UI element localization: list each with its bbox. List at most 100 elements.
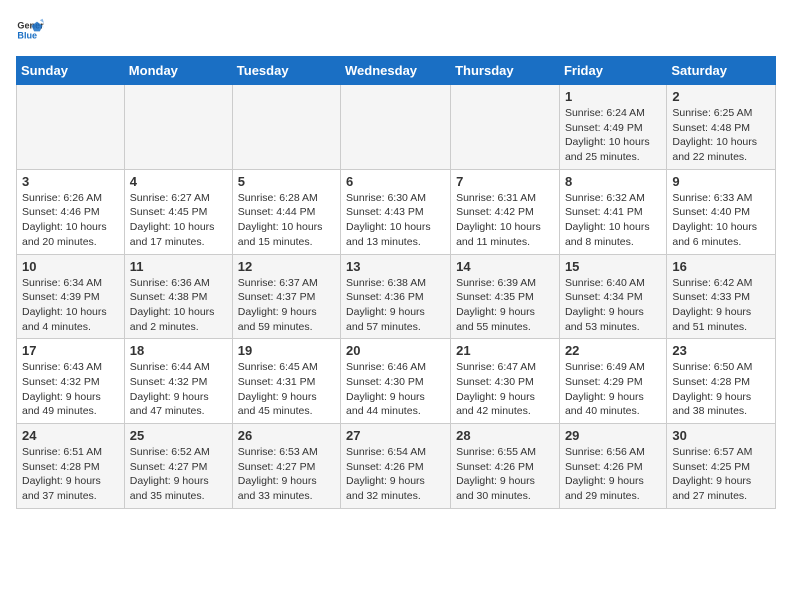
day-cell: 11 Sunrise: 6:36 AM Sunset: 4:38 PM Dayli… (124, 254, 232, 339)
day-number: 30 (672, 428, 770, 443)
day-number: 11 (130, 259, 227, 274)
day-number: 17 (22, 343, 119, 358)
day-cell: 27 Sunrise: 6:54 AM Sunset: 4:26 PM Dayli… (341, 424, 451, 509)
day-number: 1 (565, 89, 661, 104)
day-info: Sunrise: 6:50 AM Sunset: 4:28 PM Dayligh… (672, 360, 770, 419)
day-info: Sunrise: 6:52 AM Sunset: 4:27 PM Dayligh… (130, 445, 227, 504)
calendar-table: SundayMondayTuesdayWednesdayThursdayFrid… (16, 56, 776, 509)
day-number: 21 (456, 343, 554, 358)
logo: General Blue (16, 16, 48, 44)
week-row-3: 10 Sunrise: 6:34 AM Sunset: 4:39 PM Dayli… (17, 254, 776, 339)
day-cell: 18 Sunrise: 6:44 AM Sunset: 4:32 PM Dayli… (124, 339, 232, 424)
day-cell: 7Sunrise: 6:31 AM Sunset: 4:42 PM Daylig… (451, 169, 560, 254)
day-number: 4 (130, 174, 227, 189)
day-number: 20 (346, 343, 445, 358)
svg-text:Blue: Blue (17, 30, 37, 40)
col-header-friday: Friday (559, 57, 666, 85)
day-info: Sunrise: 6:30 AM Sunset: 4:43 PM Dayligh… (346, 191, 445, 250)
day-info: Sunrise: 6:28 AM Sunset: 4:44 PM Dayligh… (238, 191, 335, 250)
day-number: 27 (346, 428, 445, 443)
day-cell: 16Sunrise: 6:42 AM Sunset: 4:33 PM Dayli… (667, 254, 776, 339)
day-info: Sunrise: 6:25 AM Sunset: 4:48 PM Dayligh… (672, 106, 770, 165)
day-number: 14 (456, 259, 554, 274)
day-cell: 19 Sunrise: 6:45 AM Sunset: 4:31 PM Dayli… (232, 339, 340, 424)
week-row-2: 3 Sunrise: 6:26 AM Sunset: 4:46 PM Daylig… (17, 169, 776, 254)
day-info: Sunrise: 6:40 AM Sunset: 4:34 PM Dayligh… (565, 276, 661, 335)
day-cell: 25Sunrise: 6:52 AM Sunset: 4:27 PM Dayli… (124, 424, 232, 509)
day-number: 22 (565, 343, 661, 358)
day-info: Sunrise: 6:24 AM Sunset: 4:49 PM Dayligh… (565, 106, 661, 165)
day-cell: 15 Sunrise: 6:40 AM Sunset: 4:34 PM Dayli… (559, 254, 666, 339)
day-cell: 26 Sunrise: 6:53 AM Sunset: 4:27 PM Dayli… (232, 424, 340, 509)
day-cell: 14 Sunrise: 6:39 AM Sunset: 4:35 PM Dayli… (451, 254, 560, 339)
day-cell: 23 Sunrise: 6:50 AM Sunset: 4:28 PM Dayli… (667, 339, 776, 424)
day-cell: 10 Sunrise: 6:34 AM Sunset: 4:39 PM Dayli… (17, 254, 125, 339)
day-number: 2 (672, 89, 770, 104)
day-info: Sunrise: 6:26 AM Sunset: 4:46 PM Dayligh… (22, 191, 119, 250)
day-number: 6 (346, 174, 445, 189)
day-cell: 3 Sunrise: 6:26 AM Sunset: 4:46 PM Daylig… (17, 169, 125, 254)
day-cell: 30 Sunrise: 6:57 AM Sunset: 4:25 PM Dayli… (667, 424, 776, 509)
day-info: Sunrise: 6:38 AM Sunset: 4:36 PM Dayligh… (346, 276, 445, 335)
day-number: 26 (238, 428, 335, 443)
day-cell: 6 Sunrise: 6:30 AM Sunset: 4:43 PM Daylig… (341, 169, 451, 254)
day-info: Sunrise: 6:55 AM Sunset: 4:26 PM Dayligh… (456, 445, 554, 504)
day-cell: 17 Sunrise: 6:43 AM Sunset: 4:32 PM Dayli… (17, 339, 125, 424)
day-number: 16 (672, 259, 770, 274)
day-cell: 1 Sunrise: 6:24 AM Sunset: 4:49 PM Daylig… (559, 85, 666, 170)
day-info: Sunrise: 6:54 AM Sunset: 4:26 PM Dayligh… (346, 445, 445, 504)
day-info: Sunrise: 6:31 AM Sunset: 4:42 PM Dayligh… (456, 191, 554, 250)
day-number: 3 (22, 174, 119, 189)
day-cell (451, 85, 560, 170)
day-number: 23 (672, 343, 770, 358)
day-info: Sunrise: 6:46 AM Sunset: 4:30 PM Dayligh… (346, 360, 445, 419)
col-header-wednesday: Wednesday (341, 57, 451, 85)
col-header-thursday: Thursday (451, 57, 560, 85)
day-number: 24 (22, 428, 119, 443)
day-info: Sunrise: 6:27 AM Sunset: 4:45 PM Dayligh… (130, 191, 227, 250)
day-info: Sunrise: 6:32 AM Sunset: 4:41 PM Dayligh… (565, 191, 661, 250)
day-cell (124, 85, 232, 170)
day-info: Sunrise: 6:34 AM Sunset: 4:39 PM Dayligh… (22, 276, 119, 335)
day-info: Sunrise: 6:36 AM Sunset: 4:38 PM Dayligh… (130, 276, 227, 335)
day-info: Sunrise: 6:47 AM Sunset: 4:30 PM Dayligh… (456, 360, 554, 419)
day-cell: 21 Sunrise: 6:47 AM Sunset: 4:30 PM Dayli… (451, 339, 560, 424)
day-info: Sunrise: 6:45 AM Sunset: 4:31 PM Dayligh… (238, 360, 335, 419)
day-cell: 2 Sunrise: 6:25 AM Sunset: 4:48 PM Daylig… (667, 85, 776, 170)
day-info: Sunrise: 6:56 AM Sunset: 4:26 PM Dayligh… (565, 445, 661, 504)
day-cell: 8Sunrise: 6:32 AM Sunset: 4:41 PM Daylig… (559, 169, 666, 254)
day-number: 18 (130, 343, 227, 358)
day-number: 15 (565, 259, 661, 274)
day-cell (232, 85, 340, 170)
col-header-sunday: Sunday (17, 57, 125, 85)
day-info: Sunrise: 6:39 AM Sunset: 4:35 PM Dayligh… (456, 276, 554, 335)
day-cell: 5 Sunrise: 6:28 AM Sunset: 4:44 PM Daylig… (232, 169, 340, 254)
col-header-monday: Monday (124, 57, 232, 85)
day-number: 29 (565, 428, 661, 443)
day-info: Sunrise: 6:51 AM Sunset: 4:28 PM Dayligh… (22, 445, 119, 504)
day-cell: 13Sunrise: 6:38 AM Sunset: 4:36 PM Dayli… (341, 254, 451, 339)
day-cell: 28Sunrise: 6:55 AM Sunset: 4:26 PM Dayli… (451, 424, 560, 509)
day-info: Sunrise: 6:57 AM Sunset: 4:25 PM Dayligh… (672, 445, 770, 504)
header-row: SundayMondayTuesdayWednesdayThursdayFrid… (17, 57, 776, 85)
day-cell: 29 Sunrise: 6:56 AM Sunset: 4:26 PM Dayli… (559, 424, 666, 509)
logo-icon: General Blue (16, 16, 44, 44)
day-info: Sunrise: 6:37 AM Sunset: 4:37 PM Dayligh… (238, 276, 335, 335)
day-info: Sunrise: 6:53 AM Sunset: 4:27 PM Dayligh… (238, 445, 335, 504)
day-number: 9 (672, 174, 770, 189)
day-info: Sunrise: 6:43 AM Sunset: 4:32 PM Dayligh… (22, 360, 119, 419)
day-number: 10 (22, 259, 119, 274)
week-row-4: 17 Sunrise: 6:43 AM Sunset: 4:32 PM Dayli… (17, 339, 776, 424)
day-info: Sunrise: 6:44 AM Sunset: 4:32 PM Dayligh… (130, 360, 227, 419)
day-cell: 24 Sunrise: 6:51 AM Sunset: 4:28 PM Dayli… (17, 424, 125, 509)
day-number: 19 (238, 343, 335, 358)
day-number: 5 (238, 174, 335, 189)
week-row-1: 1 Sunrise: 6:24 AM Sunset: 4:49 PM Daylig… (17, 85, 776, 170)
day-info: Sunrise: 6:49 AM Sunset: 4:29 PM Dayligh… (565, 360, 661, 419)
day-cell: 9Sunrise: 6:33 AM Sunset: 4:40 PM Daylig… (667, 169, 776, 254)
day-cell (17, 85, 125, 170)
day-cell: 20 Sunrise: 6:46 AM Sunset: 4:30 PM Dayli… (341, 339, 451, 424)
day-cell (341, 85, 451, 170)
day-number: 12 (238, 259, 335, 274)
header: General Blue (16, 16, 776, 44)
